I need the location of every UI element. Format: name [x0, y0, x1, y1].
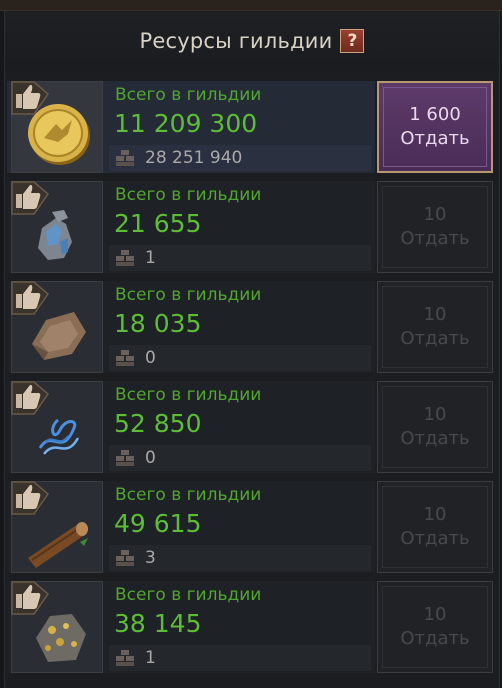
thumbs-up-icon	[11, 481, 50, 515]
donate-label: Отдать	[400, 628, 470, 649]
total-label: Всего в гильдии	[115, 585, 262, 605]
resource-row-wood: Всего в гильдии 49 615 3 10 Отдать	[5, 481, 499, 573]
resource-row-ore: Всего в гильдии 21 655 1 10 Отдать	[5, 181, 499, 273]
resource-row-gold: Всего в гильдии 11 209 300 28 251 940 1 …	[5, 81, 499, 173]
panel-header: Ресурсы гильдии ?	[5, 11, 499, 71]
help-button[interactable]: ?	[340, 29, 365, 53]
thumbs-up-icon	[11, 181, 50, 215]
resource-row-leather: Всего в гильдии 18 035 0 10 Отдать	[5, 281, 499, 373]
resource-icon-box[interactable]	[11, 81, 103, 173]
resource-icon-box[interactable]	[11, 381, 103, 473]
personal-stock: 1	[109, 245, 371, 271]
donate-label: Отдать	[400, 128, 470, 149]
bricks-icon	[116, 250, 134, 266]
total-label: Всего в гильдии	[115, 385, 262, 405]
bricks-icon	[116, 450, 134, 466]
donate-cost: 10	[423, 404, 447, 425]
donate-button[interactable]: 1 600 Отдать	[377, 81, 493, 173]
donate-button[interactable]: 10 Отдать	[377, 581, 493, 673]
guild-resources-panel: Ресурсы гильдии ? Всего в гильдии 11 209…	[4, 11, 500, 688]
guild-total-amount: 18 035	[114, 309, 202, 338]
personal-stock: 0	[109, 445, 371, 471]
resource-row-thread: Всего в гильдии 52 850 0 10 Отдать	[5, 381, 499, 473]
personal-amount: 0	[145, 348, 156, 368]
donate-cost: 10	[423, 304, 447, 325]
donate-button[interactable]: 10 Отдать	[377, 381, 493, 473]
donate-cost: 10	[423, 204, 447, 225]
personal-amount: 0	[145, 448, 156, 468]
donate-cost: 10	[423, 504, 447, 525]
personal-stock: 1	[109, 645, 371, 671]
resource-icon-box[interactable]	[11, 281, 103, 373]
guild-total-amount: 21 655	[114, 209, 202, 238]
bricks-icon	[116, 550, 134, 566]
panel-title: Ресурсы гильдии	[139, 29, 333, 53]
total-label: Всего в гильдии	[115, 85, 262, 105]
personal-amount: 28 251 940	[145, 148, 243, 168]
bricks-icon	[116, 650, 134, 666]
top-bar	[0, 0, 502, 11]
resource-icon-box[interactable]	[11, 181, 103, 273]
total-label: Всего в гильдии	[115, 285, 262, 305]
guild-total-amount: 38 145	[114, 609, 202, 638]
personal-amount: 1	[145, 248, 156, 268]
thumbs-up-icon	[11, 381, 50, 415]
donate-button[interactable]: 10 Отдать	[377, 281, 493, 373]
personal-amount: 1	[145, 648, 156, 668]
total-label: Всего в гильдии	[115, 185, 262, 205]
donate-cost: 10	[423, 604, 447, 625]
personal-stock: 28 251 940	[109, 145, 371, 171]
thumbs-up-icon	[11, 81, 50, 115]
donate-label: Отдать	[400, 528, 470, 549]
guild-total-amount: 49 615	[114, 509, 202, 538]
donate-label: Отдать	[400, 228, 470, 249]
donate-button[interactable]: 10 Отдать	[377, 181, 493, 273]
personal-stock: 0	[109, 345, 371, 371]
resource-icon-box[interactable]	[11, 481, 103, 573]
guild-total-amount: 11 209 300	[114, 109, 258, 138]
thumbs-up-icon	[11, 281, 50, 315]
personal-amount: 3	[145, 548, 156, 568]
total-label: Всего в гильдии	[115, 485, 262, 505]
donate-button[interactable]: 10 Отдать	[377, 481, 493, 573]
bricks-icon	[116, 350, 134, 366]
guild-total-amount: 52 850	[114, 409, 202, 438]
personal-stock: 3	[109, 545, 371, 571]
resource-row-gold-ore: Всего в гильдии 38 145 1 10 Отдать	[5, 581, 499, 673]
donate-label: Отдать	[400, 428, 470, 449]
donate-cost: 1 600	[409, 104, 461, 125]
bricks-icon	[116, 150, 134, 166]
thumbs-up-icon	[11, 581, 50, 615]
resource-icon-box[interactable]	[11, 581, 103, 673]
donate-label: Отдать	[400, 328, 470, 349]
